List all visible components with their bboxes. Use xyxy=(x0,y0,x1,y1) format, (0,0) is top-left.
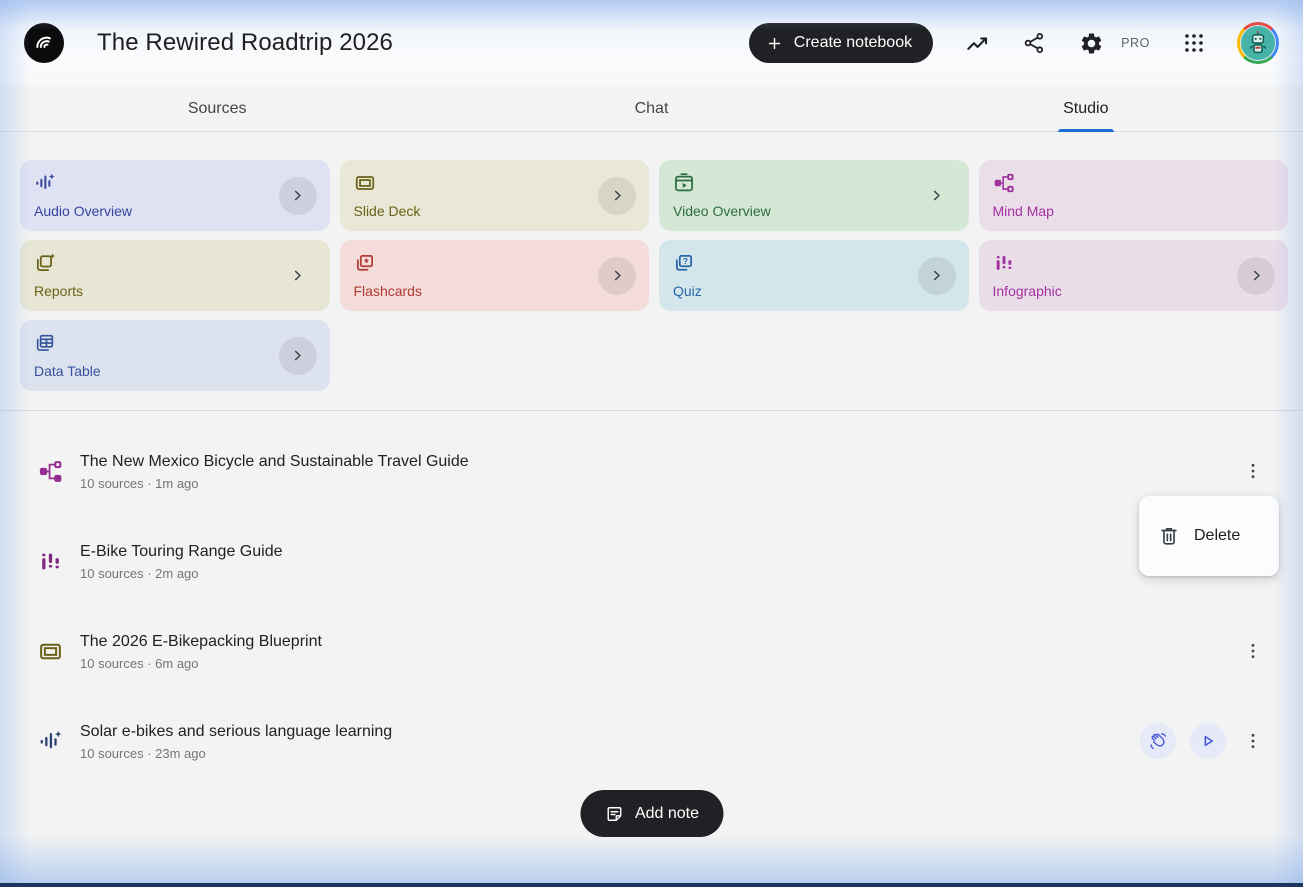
pro-badge: PRO xyxy=(1121,36,1150,50)
artifact-title: The 2026 E-Bikepacking Blueprint xyxy=(80,631,1240,652)
quiz-cards-icon: ? xyxy=(673,252,955,274)
plus-icon xyxy=(766,35,783,52)
delete-menu-item[interactable]: Delete xyxy=(1194,527,1240,545)
add-note-button[interactable]: Add note xyxy=(580,790,723,837)
chevron-right-icon[interactable] xyxy=(598,177,636,215)
card-data-table[interactable]: Data Table xyxy=(20,320,330,391)
card-label: Quiz xyxy=(673,283,955,299)
audio-waveform-sparkle-icon xyxy=(38,729,64,754)
card-audio-overview[interactable]: Audio Overview xyxy=(20,160,330,231)
chevron-right-icon[interactable] xyxy=(918,177,956,215)
play-icon[interactable] xyxy=(1190,723,1226,759)
tab-chat[interactable]: Chat xyxy=(434,86,868,131)
artifact-title: Solar e-bikes and serious language learn… xyxy=(80,721,1140,742)
card-flashcards[interactable]: Flashcards xyxy=(340,240,650,311)
chevron-right-icon[interactable] xyxy=(598,257,636,295)
main-tabs: Sources Chat Studio xyxy=(0,86,1303,132)
artifact-row-slide-deck[interactable]: The 2026 E-Bikepacking Blueprint 10 sour… xyxy=(0,606,1303,696)
slide-frame-icon xyxy=(354,172,636,194)
context-menu-delete[interactable]: Delete xyxy=(1139,496,1279,576)
data-table-icon xyxy=(34,332,316,354)
mind-map-icon xyxy=(38,459,64,484)
header-actions: Create notebook PRO xyxy=(749,22,1279,64)
chevron-right-icon[interactable] xyxy=(279,177,317,215)
more-options-kebab-icon[interactable] xyxy=(1241,459,1265,483)
card-label: Reports xyxy=(34,283,316,299)
artifact-row-infographic[interactable]: E-Bike Touring Range Guide 10 sources · … xyxy=(0,516,1303,606)
create-notebook-button[interactable]: Create notebook xyxy=(749,23,933,63)
bottom-edge-bar xyxy=(0,883,1303,887)
artifact-title: E-Bike Touring Range Guide xyxy=(80,541,1240,562)
artifact-row-audio-overview[interactable]: Solar e-bikes and serious language learn… xyxy=(0,696,1303,786)
card-slide-deck[interactable]: Slide Deck xyxy=(340,160,650,231)
artifact-meta: 10 sources · 2m ago xyxy=(80,566,1240,581)
card-quiz[interactable]: ? Quiz xyxy=(659,240,969,311)
artifact-title: The New Mexico Bicycle and Sustainable T… xyxy=(80,451,1240,472)
flashcards-star-icon xyxy=(354,252,636,274)
active-tab-underline xyxy=(1058,129,1114,132)
chevron-right-icon[interactable] xyxy=(918,257,956,295)
card-reports[interactable]: Reports xyxy=(20,240,330,311)
artifact-meta: 10 sources · 23m ago xyxy=(80,746,1140,761)
chevron-right-icon[interactable] xyxy=(1237,257,1275,295)
tab-studio[interactable]: Studio xyxy=(869,86,1303,131)
header: The Rewired Roadtrip 2026 Create noteboo… xyxy=(0,0,1303,86)
mind-map-icon xyxy=(993,172,1275,194)
slide-frame-icon xyxy=(38,639,64,664)
card-video-overview[interactable]: Video Overview xyxy=(659,160,969,231)
chevron-right-icon[interactable] xyxy=(279,337,317,375)
artifact-meta: 10 sources · 6m ago xyxy=(80,656,1240,671)
create-notebook-label: Create notebook xyxy=(794,34,912,52)
card-label: Slide Deck xyxy=(354,203,636,219)
tab-sources[interactable]: Sources xyxy=(0,86,434,131)
bar-chart-icon xyxy=(993,252,1275,274)
note-icon xyxy=(604,804,624,824)
trash-icon xyxy=(1158,525,1180,547)
bar-chart-icon xyxy=(38,549,64,574)
notebooklm-app: The Rewired Roadtrip 2026 Create noteboo… xyxy=(0,0,1303,887)
google-apps-grid-icon[interactable] xyxy=(1181,30,1207,56)
report-sparkle-icon xyxy=(34,252,316,274)
notebook-title[interactable]: The Rewired Roadtrip 2026 xyxy=(97,29,393,57)
card-label: Data Table xyxy=(34,363,316,379)
card-label: Video Overview xyxy=(673,203,955,219)
studio-artifact-list: The New Mexico Bicycle and Sustainable T… xyxy=(0,410,1303,786)
card-label: Infographic xyxy=(993,283,1275,299)
user-avatar[interactable] xyxy=(1237,22,1279,64)
settings-gear-icon[interactable] xyxy=(1078,30,1104,56)
video-frame-icon xyxy=(673,172,955,194)
interactive-mode-hand-icon[interactable] xyxy=(1140,723,1176,759)
add-note-label: Add note xyxy=(635,805,699,823)
avatar-robot-image xyxy=(1240,25,1276,61)
studio-card-grid: Audio Overview Slide Deck Video Overview xyxy=(20,160,1288,391)
card-infographic[interactable]: Infographic xyxy=(979,240,1289,311)
chevron-right-icon[interactable] xyxy=(279,257,317,295)
artifact-row-mind-map[interactable]: The New Mexico Bicycle and Sustainable T… xyxy=(0,426,1303,516)
more-options-kebab-icon[interactable] xyxy=(1241,729,1265,753)
more-options-kebab-icon[interactable] xyxy=(1241,639,1265,663)
svg-text:?: ? xyxy=(683,256,688,266)
notebooklm-logo-icon[interactable] xyxy=(24,23,64,63)
card-label: Audio Overview xyxy=(34,203,316,219)
artifact-meta: 10 sources · 1m ago xyxy=(80,476,1240,491)
card-label: Flashcards xyxy=(354,283,636,299)
share-icon[interactable] xyxy=(1021,30,1047,56)
analytics-trending-icon[interactable] xyxy=(964,30,990,56)
card-mind-map[interactable]: Mind Map xyxy=(979,160,1289,231)
card-label: Mind Map xyxy=(993,203,1275,219)
audio-waveform-sparkle-icon xyxy=(34,172,316,194)
